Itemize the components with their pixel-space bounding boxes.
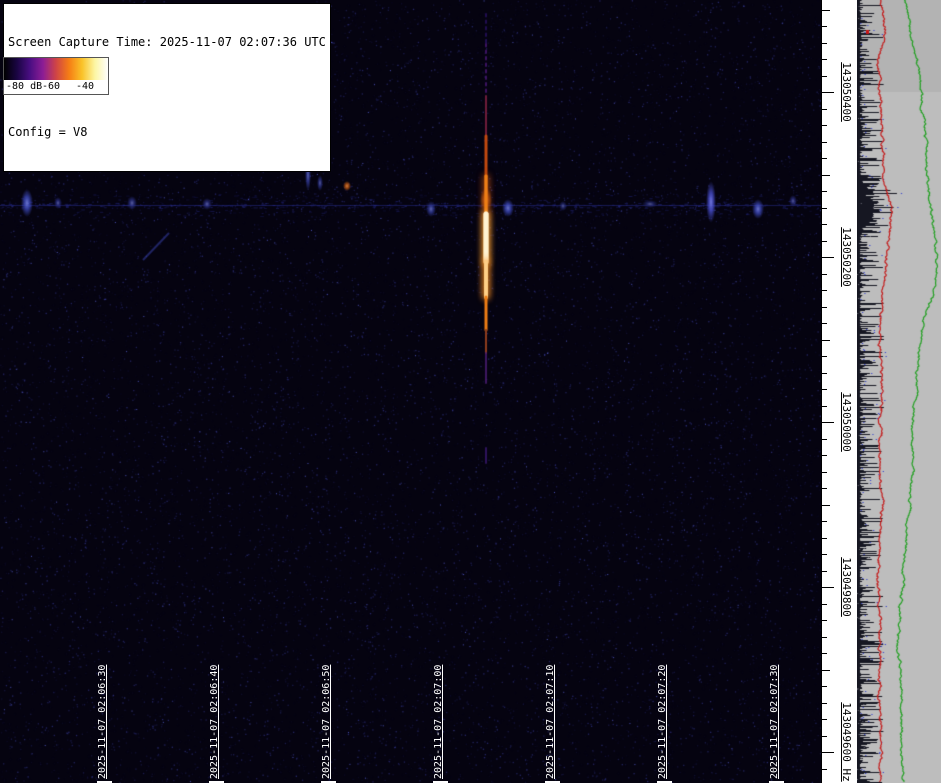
frequency-tick [822, 142, 827, 143]
frequency-tick [822, 769, 827, 770]
frequency-tick [822, 224, 827, 225]
frequency-tick [822, 406, 827, 407]
frequency-tick [822, 521, 827, 522]
frequency-tick [822, 307, 827, 308]
colorbar-gradient [4, 58, 108, 80]
frequency-tick [822, 257, 834, 258]
frequency-tick [822, 620, 827, 621]
frequency-tick [822, 10, 830, 11]
frequency-tick [822, 191, 827, 192]
frequency-tick [822, 554, 827, 555]
frequency-tick [822, 472, 827, 473]
frequency-tick [822, 670, 830, 671]
frequency-tick [822, 175, 830, 176]
frequency-axis-label: 143050400 [840, 62, 853, 122]
colorbar-label: -80 dB [6, 81, 42, 92]
frequency-tick [822, 274, 827, 275]
frequency-tick [822, 719, 827, 720]
frequency-tick [822, 109, 827, 110]
frequency-tick [822, 604, 827, 605]
frequency-tick [822, 389, 827, 390]
frequency-tick [822, 92, 834, 93]
frequency-tick [822, 241, 827, 242]
frequency-tick [822, 736, 827, 737]
frequency-tick [822, 158, 827, 159]
spectrogram-screen-capture: 2025-11-07 02:06:302025-11-07 02:06:4020… [0, 0, 941, 783]
frequency-tick [822, 686, 827, 687]
frequency-tick [822, 43, 827, 44]
colorbar-scale-labels: -80 dB-60 -40 [4, 80, 108, 94]
frequency-tick [822, 439, 827, 440]
frequency-tick [822, 505, 830, 506]
frequency-tick [822, 752, 834, 753]
frequency-tick [822, 587, 834, 588]
colorbar-label: -40 [76, 81, 94, 92]
capture-time-text: Screen Capture Time: 2025-11-07 02:07:36… [8, 35, 326, 50]
frequency-tick [822, 125, 827, 126]
frequency-tick [822, 538, 827, 539]
frequency-tick [822, 208, 827, 209]
spectrum-panel-canvas [857, 0, 941, 783]
frequency-tick [822, 323, 827, 324]
frequency-axis-label: 143050200 [840, 227, 853, 287]
frequency-tick [822, 76, 827, 77]
config-text: Config = V8 [8, 125, 326, 140]
frequency-axis: 143050400 143050200 143050000 143049800 1430… [821, 0, 857, 783]
frequency-tick [822, 703, 827, 704]
frequency-tick [822, 356, 827, 357]
frequency-tick [822, 455, 827, 456]
frequency-axis-label: 143050000 [840, 392, 853, 452]
frequency-tick [822, 340, 830, 341]
intensity-colorbar: -80 dB-60 -40 [3, 57, 109, 95]
frequency-tick [822, 571, 827, 572]
frequency-axis-label: 143049600 Hz [840, 702, 853, 781]
frequency-tick [822, 59, 827, 60]
frequency-tick [822, 26, 827, 27]
frequency-tick [822, 637, 827, 638]
frequency-axis-label: 143049800 [840, 557, 853, 617]
frequency-tick [822, 290, 827, 291]
colorbar-label: -60 [42, 81, 60, 92]
frequency-tick [822, 422, 834, 423]
frequency-tick [822, 373, 827, 374]
frequency-tick [822, 653, 827, 654]
frequency-tick [822, 488, 827, 489]
